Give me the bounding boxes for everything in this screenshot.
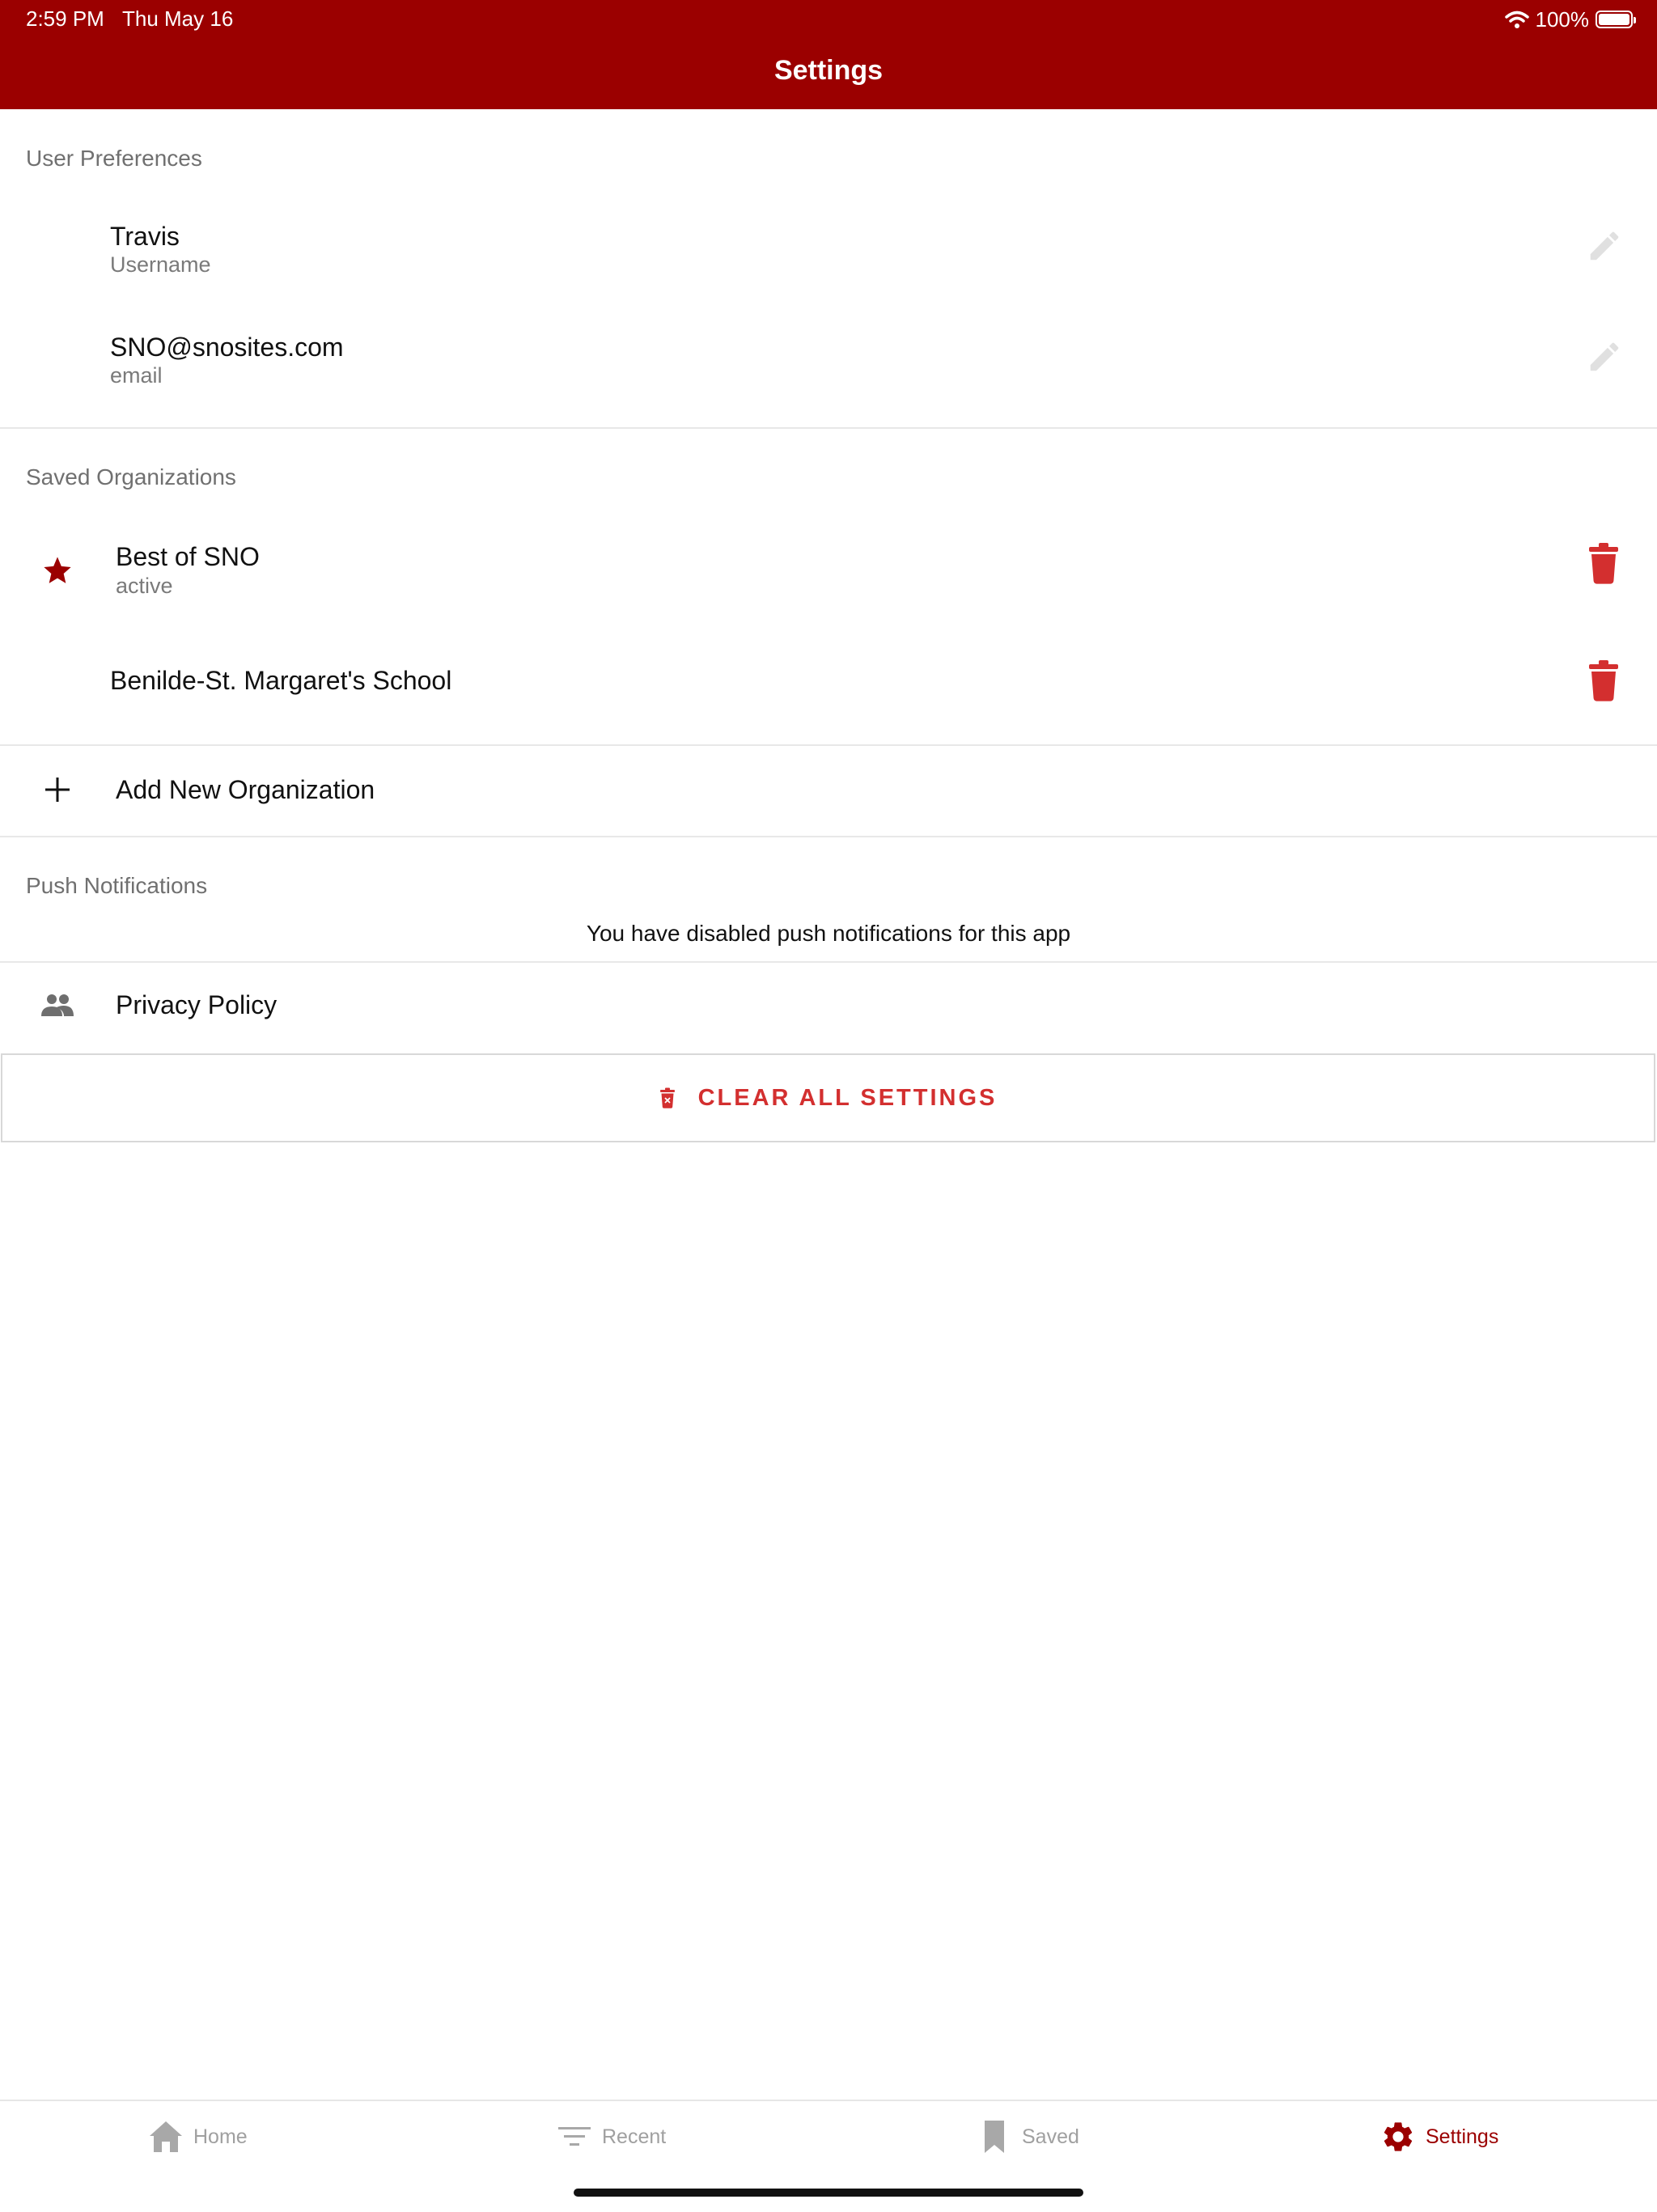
home-indicator — [574, 2189, 1083, 2197]
email-value: SNO@snosites.com — [110, 333, 344, 362]
org-status-active: active — [116, 574, 173, 598]
status-indicators: 100% — [1504, 6, 1636, 32]
add-organization-label: Add New Organization — [116, 775, 375, 804]
filter-list-icon — [558, 2127, 591, 2146]
active-star-icon — [44, 557, 71, 583]
battery-icon — [1596, 11, 1636, 28]
username-label: Username — [110, 252, 211, 277]
privacy-policy-label: Privacy Policy — [116, 990, 278, 1019]
tab-recent[interactable]: Recent — [557, 2119, 666, 2155]
tab-saved[interactable]: Saved — [977, 2119, 1079, 2155]
delete-org-icon[interactable] — [1587, 542, 1621, 584]
username-value: Travis — [110, 222, 180, 251]
org-name-benilde[interactable]: Benilde-St. Margaret's School — [110, 666, 451, 696]
edit-username-icon[interactable] — [1586, 227, 1623, 265]
clear-all-settings-label: CLEAR ALL SETTINGS — [697, 1084, 998, 1111]
bookmark-icon — [985, 2121, 1004, 2153]
plus-icon — [45, 778, 70, 802]
tab-home-label: Home — [193, 2125, 248, 2148]
divider — [0, 427, 1657, 429]
home-icon — [150, 2121, 182, 2152]
section-saved-organizations: Saved Organizations — [26, 464, 236, 489]
status-time: 2:59 PM — [26, 6, 104, 31]
tab-settings[interactable]: Settings — [1380, 2119, 1498, 2155]
status-date: Thu May 16 — [122, 6, 234, 31]
clear-all-settings-button[interactable]: CLEAR ALL SETTINGS — [1, 1053, 1655, 1142]
org-name-best-of-sno[interactable]: Best of SNO — [116, 542, 260, 572]
tab-saved-label: Saved — [1022, 2125, 1079, 2148]
edit-email-icon[interactable] — [1586, 338, 1623, 375]
delete-icon — [659, 1087, 675, 1108]
wifi-icon — [1504, 11, 1529, 28]
privacy-policy-row[interactable]: Privacy Policy — [0, 963, 1657, 1052]
page-title: Settings — [773, 55, 884, 86]
delete-org-icon[interactable] — [1587, 659, 1621, 701]
gear-icon — [1384, 2122, 1413, 2151]
battery-percent: 100% — [1535, 6, 1590, 32]
people-icon — [41, 994, 74, 1016]
tab-home[interactable]: Home — [148, 2119, 248, 2155]
tab-settings-label: Settings — [1426, 2125, 1499, 2148]
tab-recent-label: Recent — [602, 2125, 667, 2148]
app-header: 2:59 PM Thu May 16 100% Settings — [0, 0, 1657, 109]
email-label: email — [110, 363, 163, 388]
section-push-notifications: Push Notifications — [26, 873, 208, 898]
divider — [0, 836, 1657, 837]
push-disabled-message: You have disabled push notifications for… — [586, 921, 1071, 946]
add-organization-row[interactable]: Add New Organization — [0, 746, 1657, 835]
section-user-preferences: User Preferences — [26, 146, 202, 171]
